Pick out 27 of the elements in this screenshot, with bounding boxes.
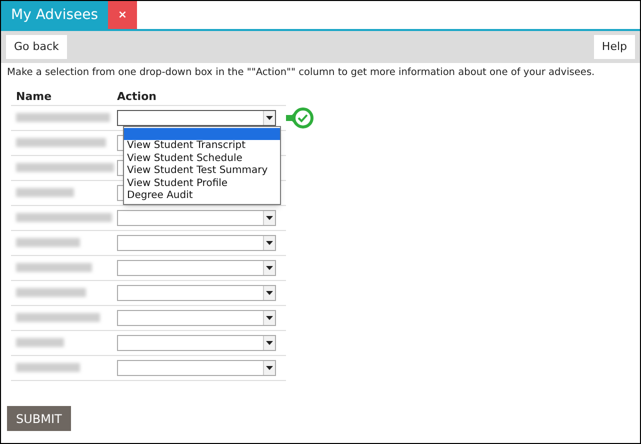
help-button[interactable]: Help xyxy=(594,35,635,59)
blurred-name xyxy=(16,338,64,348)
blurred-name xyxy=(16,288,86,298)
caret-icon xyxy=(266,366,273,370)
blurred-name xyxy=(16,363,80,372)
dropdown-option[interactable]: View Student Profile xyxy=(124,178,280,190)
go-back-button[interactable]: Go back xyxy=(6,35,67,59)
blurred-name xyxy=(16,238,80,248)
caret-icon xyxy=(266,340,273,345)
caret-icon xyxy=(266,316,273,320)
submit-button[interactable]: SUBMIT xyxy=(7,406,71,432)
caret-icon xyxy=(266,216,273,220)
dropdown-option[interactable] xyxy=(124,128,280,140)
caret-icon xyxy=(266,240,273,245)
instruction-text: Make a selection from one drop-down box in the ""Action"" column to get more information about one of your advisees. xyxy=(6,66,596,80)
dropdown-option[interactable]: View Student Test Summary xyxy=(124,165,280,178)
caret-icon xyxy=(266,116,273,120)
dropdown-option[interactable]: View Student Schedule xyxy=(124,152,280,166)
action-dropdown[interactable] xyxy=(117,110,276,126)
dropdown-option[interactable]: Degree Audit xyxy=(124,190,280,203)
close-tab-button[interactable]: × xyxy=(108,1,138,29)
column-header: Name xyxy=(15,88,53,105)
column-header: Action xyxy=(117,88,156,105)
caret-icon xyxy=(266,290,273,295)
dropdown-option[interactable]: View Student Transcript xyxy=(124,140,280,153)
blurred-name xyxy=(16,188,74,198)
caret-icon xyxy=(266,266,273,270)
